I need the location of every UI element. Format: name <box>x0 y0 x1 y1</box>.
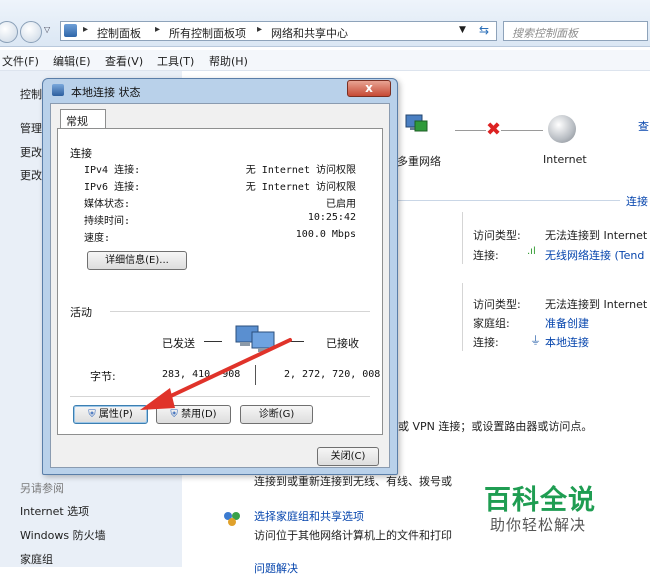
watermark-tagline: 助你轻松解决 <box>490 516 587 534</box>
watermark-logo: 百科全说 <box>484 485 596 516</box>
